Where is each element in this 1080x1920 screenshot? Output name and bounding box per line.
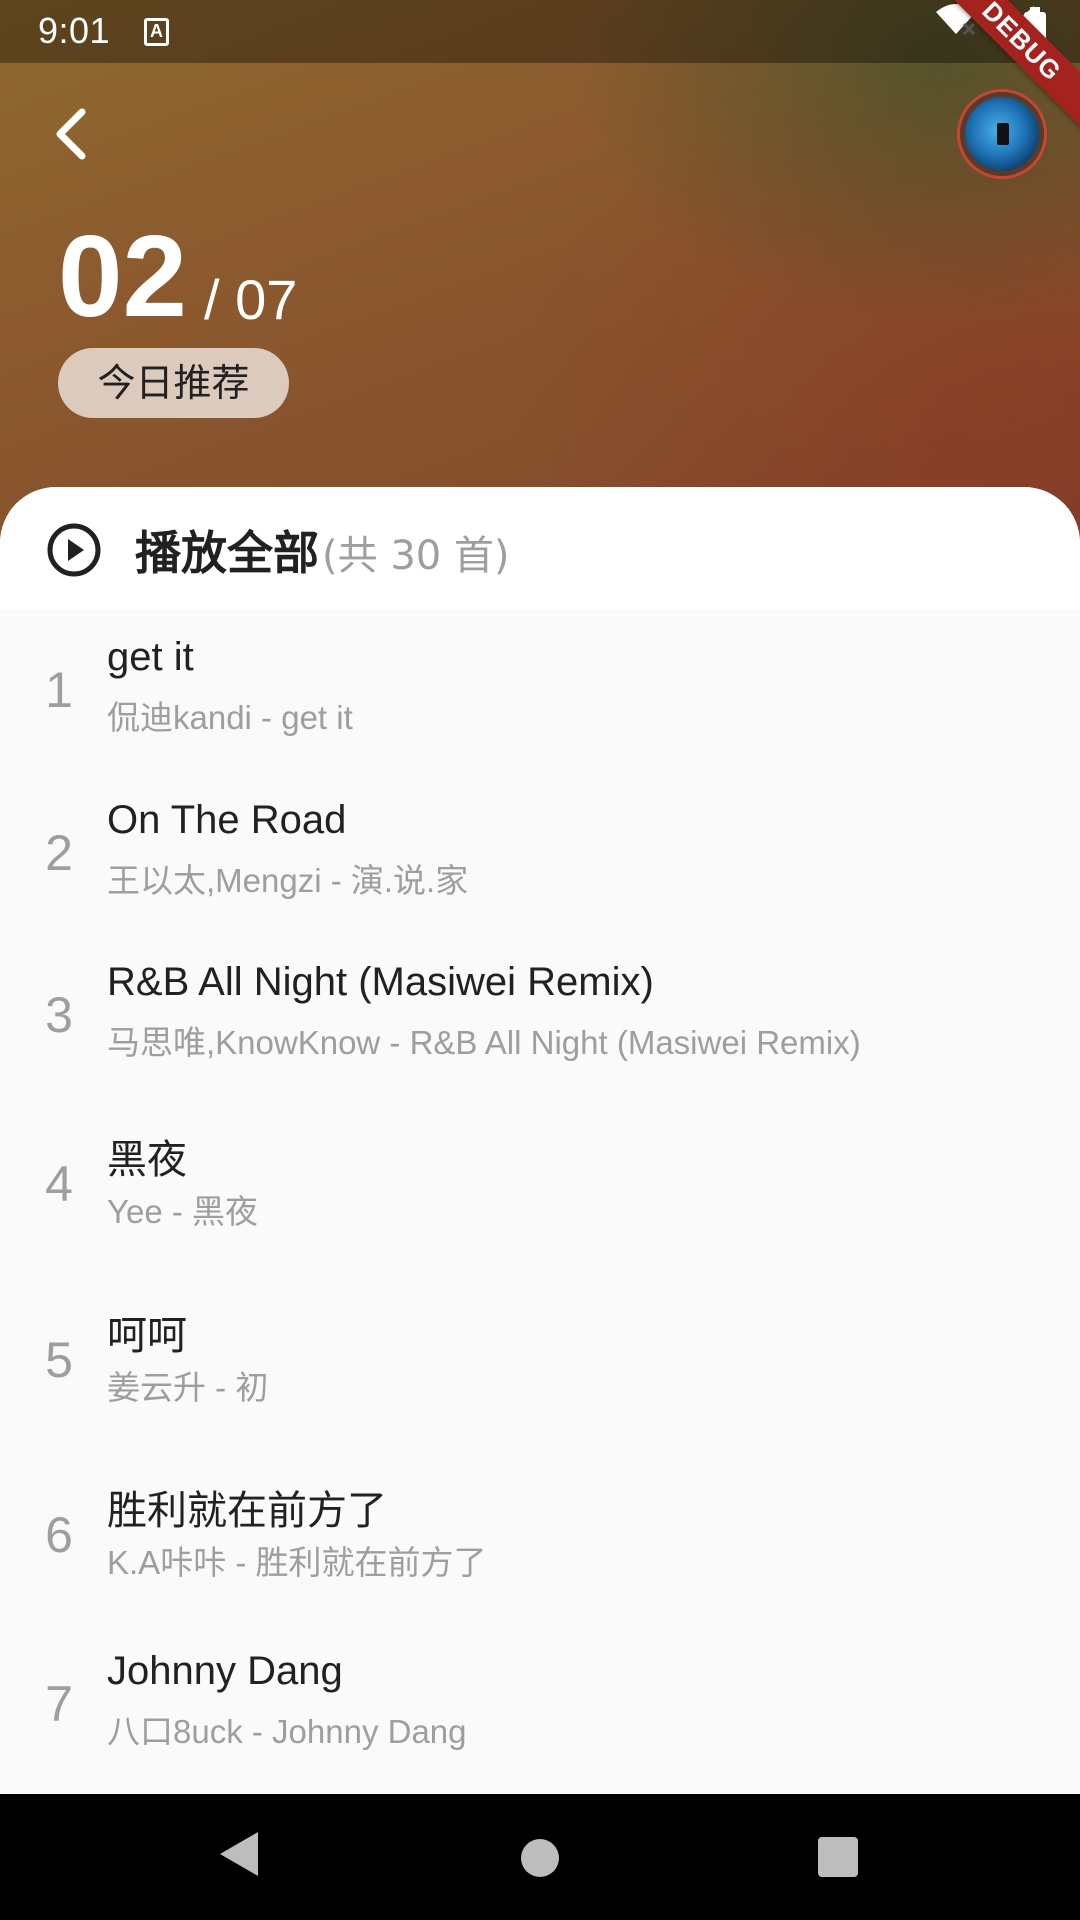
song-sheet: 播放全部 (共 30 首) 1 get it 侃迪kandi - get it …: [0, 487, 1080, 1794]
song-title: get it: [107, 635, 194, 679]
back-arrow-icon: [56, 108, 86, 160]
back-button[interactable]: [42, 100, 106, 164]
play-all-button[interactable]: 播放全部 (共 30 首): [0, 487, 1080, 609]
nav-back-icon[interactable]: [218, 1830, 260, 1878]
date-day: 02: [58, 211, 188, 341]
avatar[interactable]: [960, 92, 1044, 176]
song-subtitle: 姜云升 - 初: [107, 1369, 269, 1406]
song-title: Johnny Dang: [107, 1649, 343, 1693]
song-index: 4: [45, 1156, 73, 1212]
list-item[interactable]: 5 呵呵 姜云升 - 初: [0, 1279, 1080, 1429]
nav-recents-icon[interactable]: [818, 1837, 858, 1877]
song-subtitle: 八口8uck - Johnny Dang: [107, 1713, 467, 1750]
nav-home-icon[interactable]: [521, 1839, 559, 1877]
song-index: 7: [45, 1676, 73, 1732]
song-index: 6: [45, 1507, 73, 1563]
song-subtitle: 王以太,Mengzi - 演.说.家: [107, 862, 469, 899]
list-item[interactable]: 1 get it 侃迪kandi - get it: [0, 609, 1080, 759]
song-index: 1: [45, 662, 73, 718]
song-subtitle: K.A咔咔 - 胜利就在前方了: [107, 1544, 487, 1581]
song-index: 3: [45, 987, 73, 1043]
daily-recommend-chip: 今日推荐: [58, 348, 289, 418]
date-month: / 07: [204, 268, 298, 331]
list-item[interactable]: 7 Johnny Dang 八口8uck - Johnny Dang: [0, 1623, 1080, 1773]
song-count: (共 30 首): [322, 533, 510, 579]
song-index: 2: [45, 825, 73, 881]
accessibility-icon: A: [144, 18, 169, 46]
play-all-label: 播放全部: [135, 526, 319, 580]
list-item[interactable]: 2 On The Road 王以太,Mengzi - 演.说.家: [0, 772, 1080, 922]
song-subtitle: 侃迪kandi - get it: [107, 699, 353, 736]
play-circle-icon: [47, 523, 101, 577]
list-item[interactable]: 6 胜利就在前方了 K.A咔咔 - 胜利就在前方了: [0, 1454, 1080, 1604]
song-title: 黑夜: [107, 1138, 187, 1182]
song-title: 呵呵: [107, 1314, 187, 1358]
song-index: 5: [45, 1332, 73, 1388]
song-title: R&B All Night (Masiwei Remix): [107, 960, 654, 1004]
song-subtitle: Yee - 黑夜: [107, 1193, 259, 1230]
song-subtitle: 马思唯,KnowKnow - R&B All Night (Masiwei Re…: [107, 1024, 861, 1061]
status-bar: 9:01 A: [0, 0, 1080, 63]
song-title: 胜利就在前方了: [107, 1489, 387, 1533]
song-title: On The Road: [107, 798, 347, 842]
list-item[interactable]: 3 R&B All Night (Masiwei Remix) 马思唯,Know…: [0, 934, 1080, 1084]
status-time: 9:01: [38, 10, 111, 51]
list-item[interactable]: 4 黑夜 Yee - 黑夜: [0, 1103, 1080, 1253]
